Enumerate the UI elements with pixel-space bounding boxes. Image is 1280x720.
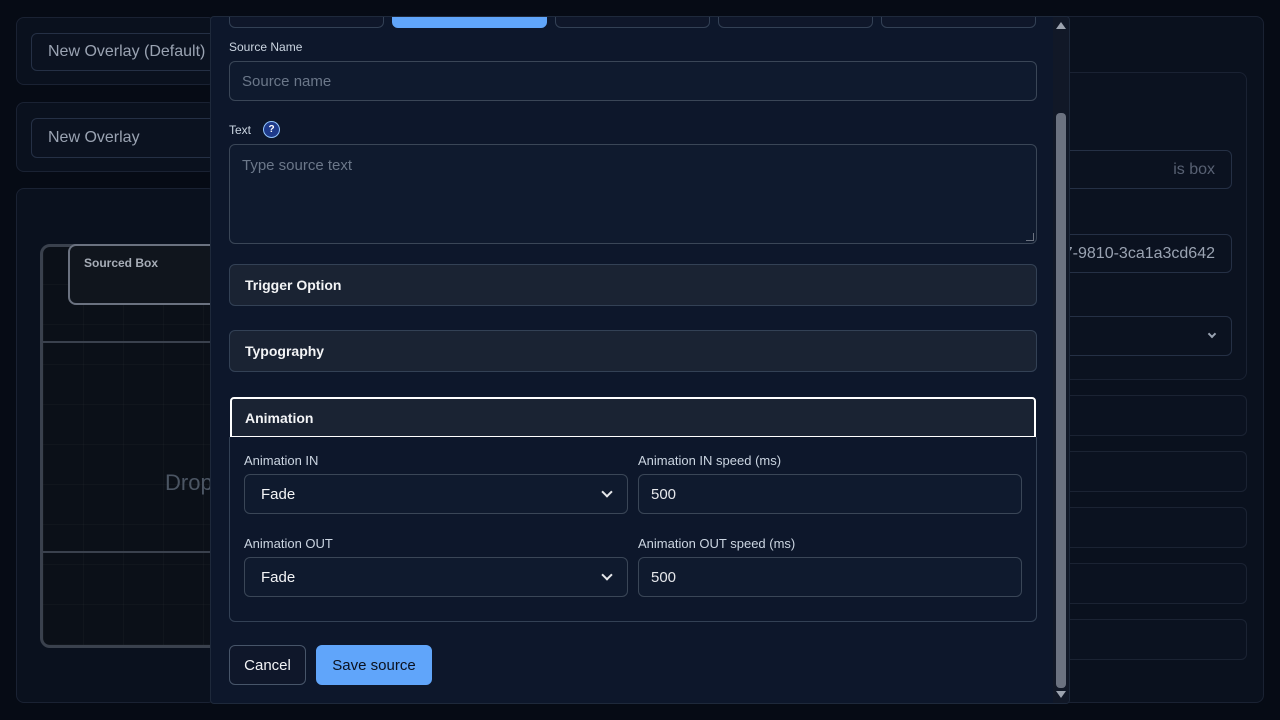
properties-row[interactable] [1040,619,1247,660]
sourced-box-label: Sourced Box [84,256,159,270]
overlay-default-item[interactable]: New Overlay (Default) [31,33,216,71]
typography-title: Typography [245,343,325,359]
resize-handle-icon[interactable] [1026,233,1034,241]
trigger-option-title: Trigger Option [245,277,342,293]
animation-in-value: Fade [261,485,296,503]
text-label: Text [229,123,252,137]
animation-in-label: Animation IN [244,453,319,468]
chevron-down-icon [601,485,613,498]
source-type-tabs [229,17,1039,28]
source-type-tab-active[interactable] [392,17,547,28]
overlay-item[interactable]: New Overlay [31,118,216,158]
sourced-box-element[interactable]: Sourced Box [68,244,218,305]
source-text-placeholder: Type source text [242,157,353,174]
modal-content: Source Name Source name Text ? Type sour… [211,17,1055,703]
animation-title: Animation [245,409,314,426]
source-name-placeholder: Source name [242,72,332,90]
animation-in-select[interactable]: Fade [244,474,628,514]
source-name-input[interactable]: Source name [229,61,1037,101]
source-name-label: Source Name [229,40,303,54]
animation-accordion[interactable]: Animation [230,397,1036,438]
help-icon-glyph: ? [268,124,275,135]
source-type-tab[interactable] [718,17,873,28]
animation-out-label: Animation OUT [244,536,333,551]
save-source-button[interactable]: Save source [316,645,432,685]
drop-zone-text: Drop [165,470,213,495]
animation-out-speed-value: 500 [651,568,677,586]
scrollbar-thumb[interactable] [1056,113,1066,688]
properties-row[interactable] [1040,507,1247,548]
source-type-tab[interactable] [229,17,384,28]
properties-row[interactable] [1040,451,1247,492]
animation-in-speed-input[interactable]: 500 [638,474,1022,514]
animation-out-speed-input[interactable]: 500 [638,557,1022,597]
animation-out-value: Fade [261,568,296,586]
animation-in-speed-label: Animation IN speed (ms) [638,453,782,468]
animation-out-speed-label: Animation OUT speed (ms) [638,536,796,551]
properties-row[interactable] [1040,395,1247,436]
animation-out-select[interactable]: Fade [244,557,628,597]
help-icon[interactable]: ? [263,121,280,138]
typography-accordion[interactable]: Typography [229,330,1037,372]
modal-scrollbar[interactable] [1053,17,1069,703]
cancel-button[interactable]: Cancel [229,645,306,685]
source-type-tab[interactable] [881,17,1036,28]
chevron-down-icon [601,568,613,581]
source-type-tab[interactable] [555,17,710,28]
scroll-down-icon[interactable] [1056,691,1066,698]
edit-source-modal: Source Name Source name Text ? Type sour… [210,16,1070,704]
trigger-option-accordion[interactable]: Trigger Option [229,264,1037,306]
source-text-textarea[interactable]: Type source text [229,144,1037,244]
properties-row[interactable] [1040,563,1247,604]
animation-in-speed-value: 500 [651,485,677,503]
chevron-down-icon [1207,329,1217,338]
scroll-up-icon[interactable] [1056,22,1066,29]
